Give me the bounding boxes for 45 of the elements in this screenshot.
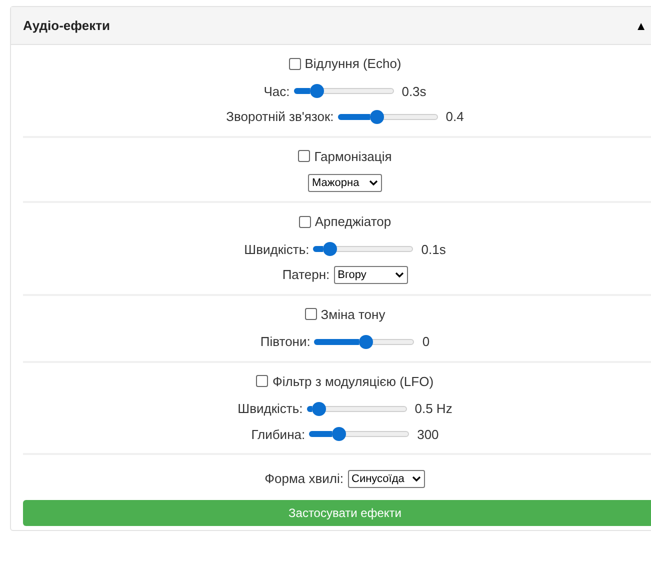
slider-thumb[interactable] bbox=[359, 334, 374, 349]
slider-value: 0.3s bbox=[402, 82, 426, 100]
slider-value: 0.5 Hz bbox=[414, 400, 452, 418]
dropdown[interactable]: Синусоїда bbox=[348, 470, 426, 488]
checkbox-label: Відлуння (Echo) bbox=[304, 55, 402, 73]
panel-title: Аудіо-ефекти bbox=[23, 16, 110, 35]
slider-fill bbox=[313, 246, 323, 252]
checkbox[interactable] bbox=[298, 150, 310, 162]
checkbox[interactable] bbox=[304, 308, 317, 320]
slider-label: Швидкість: bbox=[238, 400, 303, 418]
dropdown[interactable]: Мажорна bbox=[308, 174, 382, 192]
slider-fill bbox=[306, 406, 312, 412]
dropdown-label: Патерн: bbox=[282, 266, 330, 284]
slider-thumb[interactable] bbox=[312, 402, 326, 416]
slider-fill bbox=[309, 431, 332, 438]
slider-value: 0 bbox=[422, 333, 430, 351]
slider-label: Півтони: bbox=[260, 333, 310, 351]
checkbox-label: Гармонізація bbox=[314, 148, 392, 166]
checkbox-label: Арпеджіатор bbox=[314, 213, 392, 231]
slider-thumb[interactable] bbox=[322, 242, 337, 256]
slider-value: 0.1s bbox=[421, 240, 446, 258]
checkbox-label: Зміна тону bbox=[320, 306, 386, 324]
panel-header[interactable]: Аудіо-ефекти ▲ bbox=[11, 7, 651, 45]
slider-label: Час: bbox=[264, 82, 290, 100]
slider-value: 0.4 bbox=[446, 108, 464, 126]
slider-value: 300 bbox=[417, 426, 439, 444]
slider-label: Зворотній зв'язок: bbox=[226, 108, 334, 126]
slider-label: Швидкість: bbox=[244, 240, 310, 259]
slider-thumb[interactable] bbox=[370, 110, 384, 124]
dropdown-label: Форма хвилі: bbox=[264, 470, 344, 488]
slider-thumb[interactable] bbox=[310, 84, 324, 98]
chevron-down-icon bbox=[394, 272, 404, 278]
checkbox-label: Фільтр з модуляцією (LFO) bbox=[272, 372, 434, 391]
checkbox[interactable] bbox=[298, 216, 311, 228]
slider-fill bbox=[294, 88, 310, 94]
checkbox[interactable] bbox=[256, 375, 268, 388]
dropdown[interactable]: Вгору bbox=[334, 266, 408, 284]
checkbox[interactable] bbox=[288, 58, 301, 70]
collapse-toggle[interactable]: ▲ bbox=[635, 16, 647, 34]
slider-label: Глибина: bbox=[251, 426, 306, 444]
slider-fill bbox=[314, 338, 360, 345]
chevron-down-icon bbox=[369, 180, 378, 186]
chevron-down-icon bbox=[412, 476, 422, 482]
slider-thumb[interactable] bbox=[332, 427, 346, 442]
slider-fill bbox=[338, 114, 370, 120]
